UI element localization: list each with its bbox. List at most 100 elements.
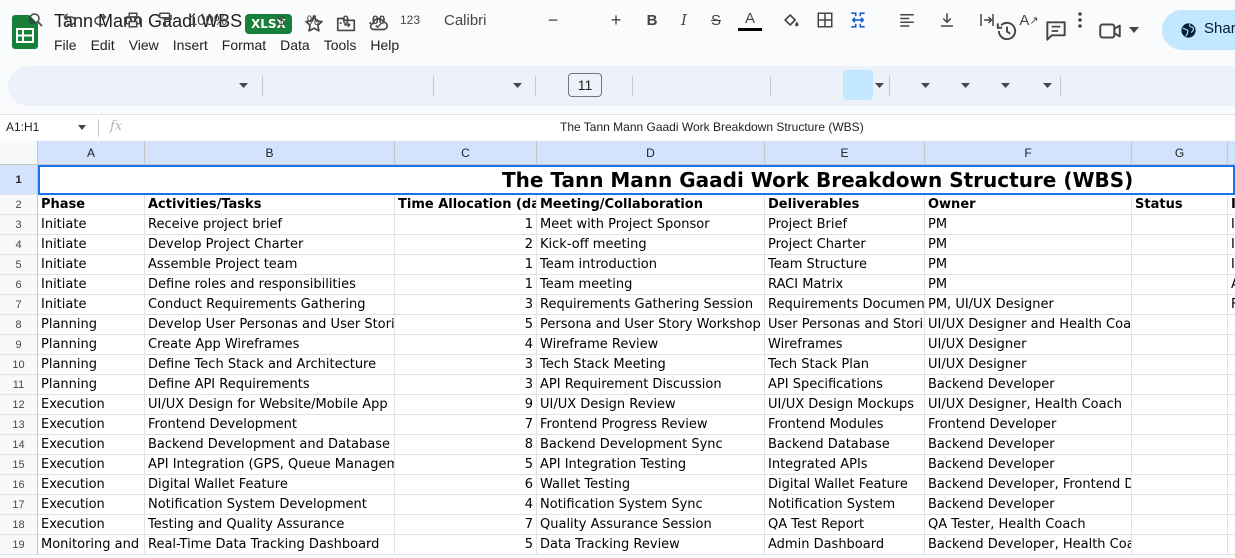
- chevron-down-icon[interactable]: [961, 83, 970, 88]
- data-cell[interactable]: [1228, 415, 1235, 435]
- data-cell[interactable]: Develop User Personas and User Stories: [145, 315, 395, 335]
- data-cell[interactable]: Requirements Document: [765, 295, 925, 315]
- data-cell[interactable]: API Integration Testing: [537, 455, 765, 475]
- chevron-down-icon[interactable]: [1043, 83, 1052, 88]
- data-cell[interactable]: PM: [925, 275, 1132, 295]
- data-cell[interactable]: RACI Matrix: [765, 275, 925, 295]
- text-wrapping-icon[interactable]: [977, 8, 997, 32]
- data-cell[interactable]: QA Tester, Health Coach: [925, 515, 1132, 535]
- data-cell[interactable]: 3: [395, 375, 537, 395]
- row-header[interactable]: 6: [0, 275, 38, 295]
- menu-tools[interactable]: Tools: [317, 37, 364, 53]
- data-cell[interactable]: Frontend Developer: [925, 415, 1132, 435]
- data-cell[interactable]: [1228, 375, 1235, 395]
- data-cell[interactable]: 7: [395, 515, 537, 535]
- data-cell[interactable]: Execution: [38, 435, 145, 455]
- data-cell[interactable]: [1132, 495, 1228, 515]
- data-cell[interactable]: Execution: [38, 415, 145, 435]
- data-cell[interactable]: [1132, 295, 1228, 315]
- data-cell[interactable]: Team introduction: [537, 255, 765, 275]
- data-cell[interactable]: [1228, 535, 1235, 555]
- horizontal-align-icon[interactable]: [897, 8, 917, 32]
- data-cell[interactable]: Backend Developer: [925, 375, 1132, 395]
- merge-cells-button[interactable]: [843, 70, 873, 100]
- column-header[interactable]: [1228, 141, 1235, 165]
- data-cell[interactable]: Notification System: [765, 495, 925, 515]
- chevron-down-icon[interactable]: [1129, 27, 1139, 33]
- text-color-icon[interactable]: A: [738, 8, 762, 32]
- column-title-cell[interactable]: Phase: [38, 195, 145, 215]
- data-cell[interactable]: Initiate: [38, 255, 145, 275]
- data-cell[interactable]: [1228, 435, 1235, 455]
- data-cell[interactable]: User Personas and Stories: [765, 315, 925, 335]
- undo-icon[interactable]: [57, 8, 81, 32]
- column-header[interactable]: A: [38, 141, 145, 165]
- data-cell[interactable]: Initiate: [38, 295, 145, 315]
- data-cell[interactable]: [1228, 335, 1235, 355]
- data-cell[interactable]: Testing and Quality Assurance: [145, 515, 395, 535]
- row-header[interactable]: 12: [0, 395, 38, 415]
- data-cell[interactable]: Quality Assurance Session: [537, 515, 765, 535]
- data-cell[interactable]: PM: [925, 255, 1132, 275]
- chevron-down-icon[interactable]: [513, 83, 522, 88]
- data-cell[interactable]: Backend Developer: [925, 435, 1132, 455]
- data-cell[interactable]: 1: [395, 275, 537, 295]
- data-cell[interactable]: [1228, 475, 1235, 495]
- column-title-cell[interactable]: I: [1228, 195, 1235, 215]
- currency-format-button[interactable]: $: [271, 8, 291, 32]
- data-cell[interactable]: 4: [395, 495, 537, 515]
- meet-video-icon[interactable]: [1097, 18, 1123, 44]
- data-cell[interactable]: Backend Developer: [925, 495, 1132, 515]
- data-cell[interactable]: [1228, 515, 1235, 535]
- data-cell[interactable]: QA Test Report: [765, 515, 925, 535]
- data-cell[interactable]: [1132, 335, 1228, 355]
- data-cell[interactable]: Admin Dashboard: [765, 535, 925, 555]
- data-cell[interactable]: Frontend Development: [145, 415, 395, 435]
- text-rotation-icon[interactable]: A ↗: [1018, 8, 1040, 32]
- data-cell[interactable]: [1228, 355, 1235, 375]
- name-box[interactable]: A1:H1: [6, 120, 39, 134]
- data-cell[interactable]: [1132, 375, 1228, 395]
- increase-font-size-icon[interactable]: +: [607, 8, 625, 32]
- data-cell[interactable]: [1132, 355, 1228, 375]
- data-cell[interactable]: [1228, 395, 1235, 415]
- vertical-align-icon[interactable]: [937, 8, 957, 32]
- data-cell[interactable]: [1132, 515, 1228, 535]
- data-cell[interactable]: Initiate: [38, 235, 145, 255]
- data-cell[interactable]: Real-Time Data Tracking Dashboard: [145, 535, 395, 555]
- data-cell[interactable]: UI/UX Designer: [925, 355, 1132, 375]
- row-header[interactable]: 14: [0, 435, 38, 455]
- data-cell[interactable]: [1132, 255, 1228, 275]
- data-cell[interactable]: A: [1228, 275, 1235, 295]
- chevron-down-icon[interactable]: [875, 83, 884, 88]
- data-cell[interactable]: 1: [395, 215, 537, 235]
- italic-icon[interactable]: I: [675, 8, 693, 32]
- data-cell[interactable]: Backend Developer, Frontend Developer: [925, 475, 1132, 495]
- column-header[interactable]: C: [395, 141, 537, 165]
- column-header[interactable]: D: [537, 141, 765, 165]
- data-cell[interactable]: Planning: [38, 375, 145, 395]
- select-all-corner[interactable]: [0, 141, 38, 165]
- data-cell[interactable]: Create App Wireframes: [145, 335, 395, 355]
- data-cell[interactable]: I: [1228, 255, 1235, 275]
- redo-icon[interactable]: [89, 8, 113, 32]
- data-cell[interactable]: UI/UX Designer: [925, 335, 1132, 355]
- menu-format[interactable]: Format: [215, 37, 273, 53]
- data-cell[interactable]: Frontend Modules: [765, 415, 925, 435]
- chevron-down-icon[interactable]: [1001, 83, 1010, 88]
- data-cell[interactable]: [1132, 315, 1228, 335]
- data-cell[interactable]: 3: [395, 355, 537, 375]
- spreadsheet-grid[interactable]: The Tann Mann Gaadi Work Breakdown Struc…: [0, 141, 1235, 558]
- data-cell[interactable]: PM, UI/UX Designer: [925, 295, 1132, 315]
- column-title-cell[interactable]: Activities/Tasks: [145, 195, 395, 215]
- data-cell[interactable]: Team Structure: [765, 255, 925, 275]
- data-cell[interactable]: Wallet Testing: [537, 475, 765, 495]
- version-history-icon[interactable]: [994, 18, 1020, 44]
- row-header[interactable]: 7: [0, 295, 38, 315]
- data-cell[interactable]: UI/UX Design Review: [537, 395, 765, 415]
- data-cell[interactable]: Project Charter: [765, 235, 925, 255]
- data-cell[interactable]: [1132, 235, 1228, 255]
- column-header[interactable]: B: [145, 141, 395, 165]
- data-cell[interactable]: Notification System Sync: [537, 495, 765, 515]
- data-cell[interactable]: Notification System Development: [145, 495, 395, 515]
